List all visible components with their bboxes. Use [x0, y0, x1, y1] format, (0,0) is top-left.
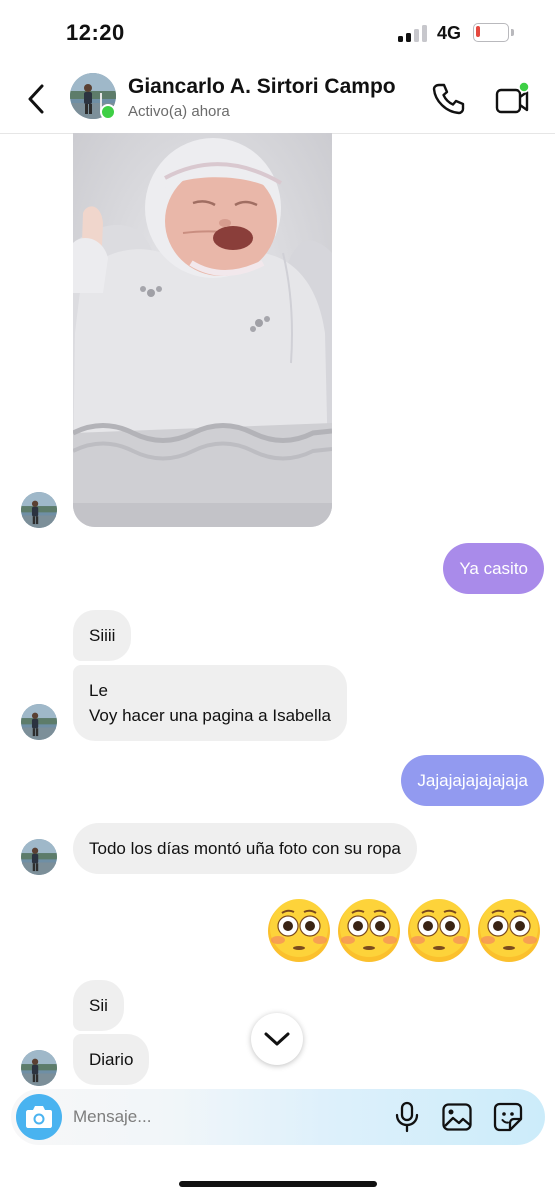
sticker-button[interactable]: [492, 1101, 524, 1133]
message-incoming[interactable]: Siiii: [73, 610, 132, 661]
sticker-icon: [493, 1102, 523, 1132]
message-text: Siiii: [89, 626, 116, 645]
gallery-button[interactable]: [441, 1101, 473, 1133]
camera-icon: [26, 1106, 52, 1128]
message-text: Todo los días montó uña foto con su ropa: [89, 839, 401, 858]
message-text: Sii: [89, 996, 108, 1015]
message-text: Ya casito: [459, 559, 528, 578]
call-button[interactable]: [431, 81, 465, 115]
message-incoming[interactable]: Diario: [73, 1034, 150, 1085]
video-call-button[interactable]: [494, 81, 532, 115]
flushed-face-emoji: [338, 899, 400, 962]
phone-icon: [432, 83, 465, 115]
message-text-line: Le: [89, 681, 108, 700]
flushed-face-emoji: [268, 899, 330, 962]
video-camera-icon: [495, 81, 530, 114]
chevron-down-icon: [264, 1032, 290, 1046]
status-time: 12:20: [66, 20, 125, 45]
message-incoming[interactable]: Todo los días montó uña foto con su ropa: [73, 823, 417, 874]
microphone-icon: [395, 1101, 419, 1133]
chat-header: Giancarlo A. Sirtori Campo Activo(a) aho…: [0, 64, 555, 134]
contact-avatar-small[interactable]: [21, 492, 57, 528]
status-bar: 12:20 4G: [0, 0, 555, 64]
contact-avatar-small[interactable]: [21, 704, 57, 740]
message-input[interactable]: [73, 1105, 373, 1129]
battery-cap: [511, 29, 514, 36]
message-text: Jajajajajajajaja: [417, 771, 528, 790]
message-incoming[interactable]: Sii: [73, 980, 124, 1031]
contact-avatar-small[interactable]: [21, 1050, 57, 1086]
network-type: 4G: [437, 23, 462, 43]
message-composer: [11, 1089, 545, 1145]
flushed-face-emoji: [408, 899, 470, 962]
gallery-icon: [442, 1103, 472, 1131]
back-chevron-icon: [28, 84, 44, 114]
avatar-image: [21, 1050, 57, 1086]
message-outgoing[interactable]: Ya casito: [443, 543, 544, 594]
back-button[interactable]: [22, 82, 52, 116]
avatar-image: [21, 492, 57, 528]
battery-icon: [473, 23, 509, 42]
avatar-image: [21, 839, 57, 875]
camera-button[interactable]: [16, 1094, 62, 1140]
contact-name[interactable]: Giancarlo A. Sirtori Campo: [128, 75, 396, 99]
contact-avatar-small[interactable]: [21, 839, 57, 875]
home-indicator[interactable]: [179, 1181, 377, 1187]
contact-status: Activo(a) ahora: [128, 103, 230, 120]
avatar-image: [21, 704, 57, 740]
cellular-signal-icon: [398, 24, 428, 42]
emoji-message[interactable]: [266, 898, 546, 968]
message-incoming[interactable]: Le Voy hacer una pagina a Isabella: [73, 665, 347, 741]
microphone-button[interactable]: [394, 1101, 420, 1133]
scroll-to-bottom-button[interactable]: [251, 1013, 303, 1065]
online-indicator: [100, 104, 116, 120]
newborn-photo-image[interactable]: [73, 133, 332, 527]
message-outgoing[interactable]: Jajajajajajajaja: [401, 755, 544, 806]
message-text-line: Voy hacer una pagina a Isabella: [89, 706, 331, 725]
flushed-face-emoji: [478, 899, 540, 962]
message-text: Diario: [89, 1050, 134, 1069]
